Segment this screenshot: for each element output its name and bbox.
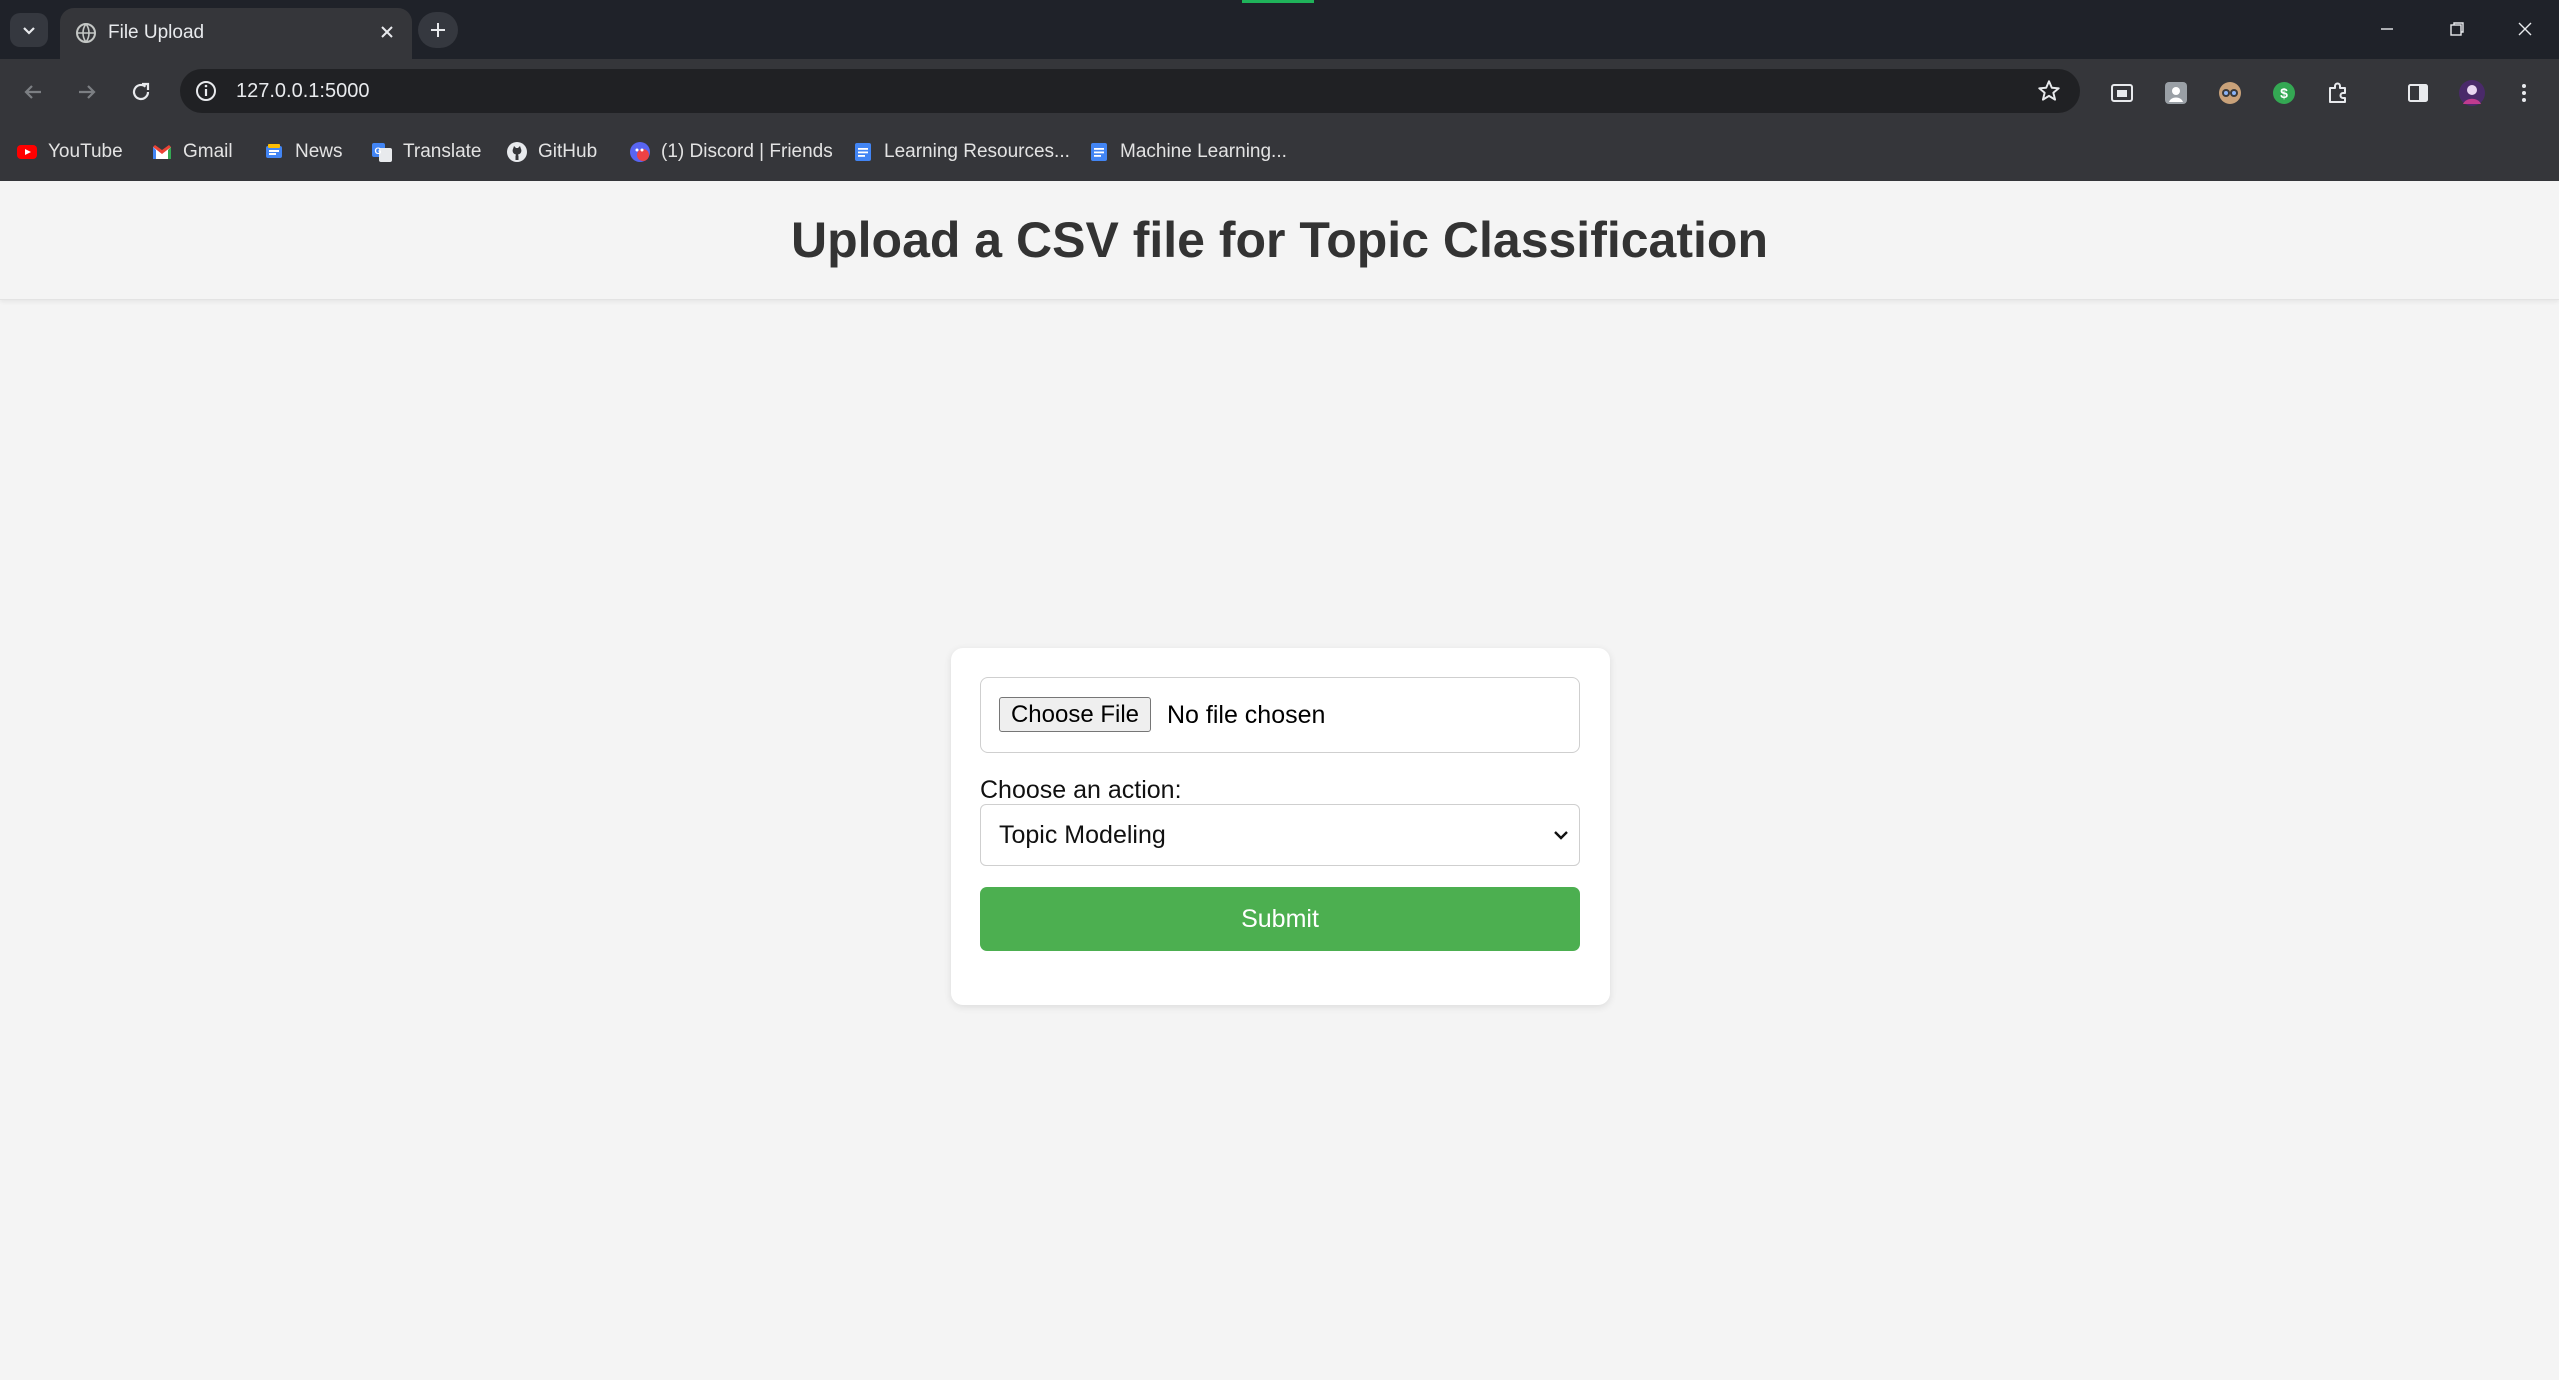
side-panel-button[interactable] [2404,79,2432,107]
bookmark-youtube[interactable]: YouTube [16,138,123,166]
plus-icon [431,23,445,37]
tab-search-button[interactable] [10,13,48,47]
submit-button[interactable]: Submit [980,887,1580,951]
bookmark-label: Translate [403,141,482,162]
bookmark-news[interactable]: News [263,138,343,166]
side-panel-icon [2408,84,2428,102]
address-bar[interactable]: 127.0.0.1:5000 [180,69,2080,113]
bookmarks-bar: YouTube Gmail News G Translate GitHub (1… [0,124,2559,181]
action-select[interactable]: Topic Modeling [980,804,1580,866]
close-tab-icon[interactable] [376,21,398,43]
close-window-button[interactable] [2502,14,2548,44]
extension-screen-capture[interactable] [2108,79,2136,107]
docs-icon [1091,143,1107,161]
bookmark-label: Machine Learning... [1120,141,1287,162]
forward-button[interactable] [68,73,106,111]
recording-indicator [1242,0,1314,3]
news-icon [266,144,282,158]
info-icon[interactable] [194,79,218,103]
chevron-down-icon [23,27,35,35]
bookmark-translate[interactable]: G Translate [371,138,482,166]
bookmark-label: Gmail [183,141,233,162]
page-header: Upload a CSV file for Topic Classificati… [0,181,2559,300]
translate-icon: G [372,143,392,162]
url-text[interactable]: 127.0.0.1:5000 [236,80,369,103]
active-tab[interactable]: File Upload [60,8,412,59]
file-input-field[interactable]: Choose File No file chosen [980,677,1580,753]
arrow-right-icon [79,85,96,99]
close-icon [2518,22,2532,36]
browser-toolbar: 127.0.0.1:5000 $ [0,59,2559,124]
kebab-menu-icon [2522,84,2526,102]
youtube-icon [17,145,37,159]
file-status-text: No file chosen [1167,701,1326,729]
bookmark-discord[interactable]: (1) Discord | Friends [629,138,833,166]
bookmark-label: (1) Discord | Friends [661,141,833,162]
action-label: Choose an action: [980,776,1182,804]
profile-card-icon [2165,82,2187,104]
puzzle-icon [2329,82,2346,103]
bookmark-label: Learning Resources... [884,141,1070,162]
svg-text:$: $ [2280,85,2288,101]
new-tab-button[interactable] [418,12,458,48]
extension-profile-card[interactable] [2162,79,2190,107]
extension-glasses[interactable] [2216,79,2244,107]
chevron-down-icon [1554,831,1568,840]
globe-icon [76,23,96,44]
docs-icon [855,143,871,161]
restore-icon [2450,22,2464,36]
browser-menu-button[interactable] [2510,79,2538,107]
gmail-icon [153,145,171,159]
tab-title: File Upload [108,22,205,43]
bookmark-gmail[interactable]: Gmail [151,138,233,166]
minimize-icon [2381,28,2393,30]
upload-form-card: Choose File No file chosen Choose an act… [951,648,1610,1005]
action-select-value: Topic Modeling [999,821,1166,849]
glasses-icon [2219,82,2241,104]
arrow-left-icon [24,85,41,99]
browser-tab-strip: File Upload [0,0,2559,59]
screen-capture-icon [2111,84,2133,102]
reload-icon [132,82,150,101]
bookmark-github[interactable]: GitHub [506,138,597,166]
page-title: Upload a CSV file for Topic Classificati… [790,212,1768,268]
dollar-icon: $ [2273,82,2295,104]
avatar-icon [2459,80,2485,106]
reload-button[interactable] [122,73,160,111]
bookmark-label: News [295,141,343,162]
bookmark-machine-learning[interactable]: Machine Learning... [1088,138,1287,166]
discord-icon [630,142,650,162]
bookmark-star-icon[interactable] [2036,78,2062,104]
svg-text:G: G [374,146,381,156]
minimize-button[interactable] [2364,14,2410,44]
extension-green-dollar[interactable]: $ [2270,79,2298,107]
github-icon [507,142,527,162]
bookmark-learning-resources[interactable]: Learning Resources... [852,138,1070,166]
bookmark-label: YouTube [48,141,123,162]
extensions-menu-button[interactable] [2324,79,2352,107]
back-button[interactable] [14,73,52,111]
choose-file-button[interactable]: Choose File [999,697,1151,732]
profile-avatar-button[interactable] [2458,79,2486,107]
restore-button[interactable] [2434,14,2480,44]
bookmark-label: GitHub [538,141,598,162]
